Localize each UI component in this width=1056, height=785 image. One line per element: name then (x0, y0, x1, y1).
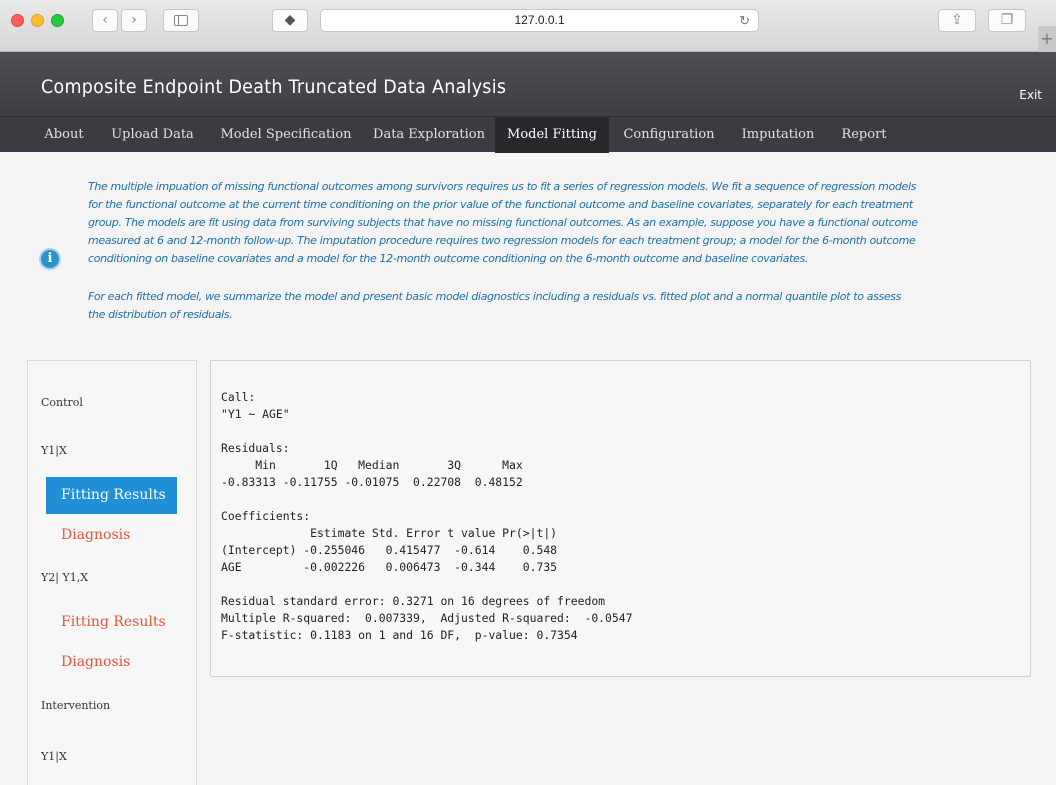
output-line: Estimate Std. Error t value Pr(>|t|) (221, 526, 558, 540)
plus-icon: + (1040, 29, 1054, 48)
sidebar-group-intervention: Intervention (41, 699, 111, 712)
tab-report[interactable]: Report (830, 117, 898, 153)
tab-about[interactable]: About (34, 117, 94, 153)
sidebar-item-y2-diagnosis[interactable]: Diagnosis (46, 644, 177, 681)
tab-data-exploration[interactable]: Data Exploration (364, 117, 494, 153)
address-bar[interactable]: 127.0.0.1 ↻ (320, 9, 759, 32)
reload-icon[interactable]: ↻ (739, 10, 750, 31)
info-line: measured at 6 and 12-month follow-up. Th… (88, 234, 916, 247)
sidebar-model-y1x: Y1|X (41, 444, 67, 457)
info-line: conditioning on baseline covariates and … (88, 252, 808, 265)
info-line: For each fitted model, we summarize the … (88, 290, 902, 303)
tabs-overview-button[interactable]: ❐ (988, 9, 1026, 32)
new-tab-button[interactable]: + (1038, 26, 1056, 52)
sidebar-item-y1x-fitting-results[interactable]: Fitting Results (46, 477, 177, 514)
zoom-window-button[interactable] (51, 14, 64, 27)
output-line: Coefficients: (221, 509, 311, 523)
output-line: Residual standard error: 0.3271 on 16 de… (221, 594, 606, 608)
forward-button[interactable]: › (121, 9, 147, 32)
sidebar-model-intervention-y1x: Y1|X (41, 750, 67, 763)
site-icon-button[interactable]: ◆ (272, 9, 308, 32)
sidebar-group-control: Control (41, 396, 83, 409)
output-line: -0.83313 -0.11755 -0.01075 0.22708 0.481… (221, 475, 530, 489)
sidebar-item-y1x-diagnosis[interactable]: Diagnosis (46, 517, 177, 554)
tab-model-fitting[interactable]: Model Fitting (495, 117, 609, 153)
app-title: Composite Endpoint Death Truncated Data … (41, 76, 507, 98)
tab-configuration[interactable]: Configuration (612, 117, 726, 153)
tab-imputation[interactable]: Imputation (730, 117, 826, 153)
info-icon: i (39, 248, 61, 270)
url-text: 127.0.0.1 (514, 13, 565, 27)
tabs-icon: ❐ (1000, 12, 1014, 28)
output-line: (Intercept) -0.255046 0.415477 -0.614 0.… (221, 543, 558, 557)
close-window-button[interactable] (11, 14, 24, 27)
info-line: for the functional outcome at the curren… (88, 198, 913, 211)
info-line: group. The models are fit using data fro… (88, 216, 918, 229)
share-icon: ⇪ (951, 12, 963, 28)
app-header: Composite Endpoint Death Truncated Data … (0, 52, 1056, 116)
output-line: F-statistic: 0.1183 on 1 and 16 DF, p-va… (221, 628, 578, 642)
minimize-window-button[interactable] (31, 14, 44, 27)
output-line: Multiple R-squared: 0.007339, Adjusted R… (221, 611, 640, 625)
output-line: Residuals: (221, 441, 290, 455)
model-sidebar: Control Y1|X Fitting Results Diagnosis Y… (27, 360, 197, 785)
chevron-left-icon: ‹ (102, 12, 108, 28)
info-line: The multiple impuation of missing functi… (88, 180, 917, 193)
sidebar-item-y2-fitting-results[interactable]: Fitting Results (46, 604, 177, 641)
output-line: AGE -0.002226 0.006473 -0.344 0.735 (221, 560, 558, 574)
main-nav: About Upload Data Model Specification Da… (0, 116, 1056, 153)
chevron-right-icon: › (131, 12, 137, 28)
sidebar-toggle-button[interactable] (163, 9, 199, 32)
model-summary-output: Call: "Y1 ~ AGE" Residuals: Min 1Q Median… (210, 360, 1031, 677)
sidebar-model-y2: Y2| Y1,X (41, 571, 89, 584)
sidebar-icon (174, 15, 188, 26)
output-line: "Y1 ~ AGE" (221, 407, 290, 421)
back-button[interactable]: ‹ (92, 9, 118, 32)
exit-link[interactable]: Exit (1019, 88, 1042, 102)
output-line: Call: (221, 390, 256, 404)
graduation-cap-icon: ◆ (284, 12, 296, 28)
output-line: Min 1Q Median 3Q Max (221, 458, 530, 472)
tab-upload-data[interactable]: Upload Data (100, 117, 205, 153)
tab-model-specification[interactable]: Model Specification (210, 117, 362, 153)
share-button[interactable]: ⇪ (938, 9, 976, 32)
info-line: the distribution of residuals. (88, 308, 233, 321)
browser-toolbar: ‹ › ◆ 127.0.0.1 ↻ ⇪ ❐ + (0, 0, 1056, 52)
